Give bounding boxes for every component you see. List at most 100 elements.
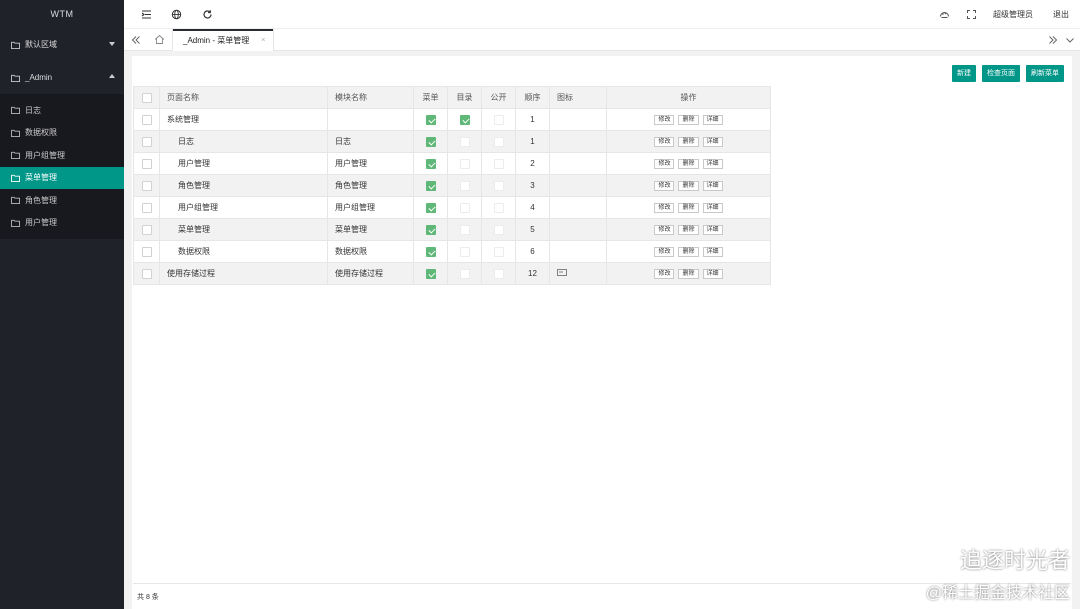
menu-checkbox[interactable] bbox=[425, 180, 436, 191]
edit-button[interactable]: 修改 bbox=[654, 247, 675, 257]
detail-button[interactable]: 详细 bbox=[702, 203, 723, 213]
edit-button[interactable]: 修改 bbox=[654, 225, 675, 235]
folder-cell bbox=[447, 130, 482, 153]
delete-button[interactable]: 删除 bbox=[678, 181, 699, 191]
row-checkbox[interactable] bbox=[141, 202, 152, 213]
sidebar-item-log[interactable]: 日志 bbox=[0, 99, 124, 122]
row-select-cell bbox=[133, 174, 160, 197]
delete-button[interactable]: 删除 bbox=[678, 269, 699, 279]
row-select-cell bbox=[133, 130, 160, 153]
sidebar-item-user-group[interactable]: 用户组管理 bbox=[0, 144, 124, 167]
row-checkbox[interactable] bbox=[141, 224, 152, 235]
sidebar-group-label: _Admin bbox=[25, 73, 53, 82]
delete-button[interactable]: 删除 bbox=[678, 203, 699, 213]
edit-button[interactable]: 修改 bbox=[654, 181, 675, 191]
row-checkbox[interactable] bbox=[141, 246, 152, 257]
globe-icon[interactable] bbox=[171, 9, 182, 20]
table-row[interactable]: 数据权限 数据权限 6 修改 删除 详细 bbox=[133, 240, 771, 263]
row-checkbox[interactable] bbox=[141, 180, 152, 191]
table-row[interactable]: 使用存储过程 使用存储过程 12 修改 删除 详细 bbox=[133, 262, 771, 285]
sidebar-item-label: 菜单管理 bbox=[25, 173, 57, 183]
edit-button[interactable]: 修改 bbox=[654, 203, 675, 213]
public-checkbox bbox=[493, 136, 504, 147]
table-row[interactable]: 角色管理 角色管理 3 修改 删除 详细 bbox=[133, 174, 771, 197]
folder-cell bbox=[447, 218, 482, 241]
row-checkbox[interactable] bbox=[141, 136, 152, 147]
chevron-down-icon[interactable] bbox=[1065, 35, 1075, 45]
row-checkbox[interactable] bbox=[141, 268, 152, 279]
double-chevron-right-icon[interactable] bbox=[1048, 35, 1058, 45]
select-all-checkbox[interactable] bbox=[141, 92, 152, 103]
delete-button[interactable]: 删除 bbox=[678, 225, 699, 235]
user-menu[interactable]: 超级管理员 bbox=[993, 9, 1037, 20]
edit-button[interactable]: 修改 bbox=[654, 269, 675, 279]
refresh-icon[interactable] bbox=[202, 9, 213, 20]
new-button[interactable]: 新建 bbox=[952, 65, 976, 82]
sidebar-group-default[interactable]: 默认区域 bbox=[0, 28, 124, 61]
menu-checkbox[interactable] bbox=[425, 202, 436, 213]
detail-button[interactable]: 详细 bbox=[702, 137, 723, 147]
sidebar-item-label: 用户组管理 bbox=[25, 150, 65, 160]
edit-button[interactable]: 修改 bbox=[654, 137, 675, 147]
home-icon[interactable] bbox=[154, 34, 165, 45]
public-cell bbox=[481, 240, 516, 263]
sidebar-item-role[interactable]: 角色管理 bbox=[0, 189, 124, 212]
detail-button[interactable]: 详细 bbox=[702, 115, 723, 125]
delete-button[interactable]: 删除 bbox=[678, 137, 699, 147]
theme-icon[interactable] bbox=[939, 9, 950, 20]
delete-button[interactable]: 删除 bbox=[678, 159, 699, 169]
sidebar-group-admin[interactable]: _Admin bbox=[0, 61, 124, 94]
col-actions: 操作 bbox=[606, 86, 771, 109]
folder-icon bbox=[11, 107, 20, 115]
menu-checkbox[interactable] bbox=[425, 268, 436, 279]
public-cell bbox=[481, 262, 516, 285]
table-row[interactable]: 系统管理 1 修改 删除 详细 bbox=[133, 108, 771, 131]
detail-button[interactable]: 详细 bbox=[702, 247, 723, 257]
delete-button[interactable]: 删除 bbox=[678, 247, 699, 257]
detail-button[interactable]: 详细 bbox=[702, 159, 723, 169]
row-checkbox[interactable] bbox=[141, 158, 152, 169]
menu-cell bbox=[413, 130, 448, 153]
public-cell bbox=[481, 218, 516, 241]
check-page-button[interactable]: 检查页面 bbox=[982, 65, 1020, 82]
menu-checkbox[interactable] bbox=[425, 224, 436, 235]
col-module-name: 模块名称 bbox=[327, 86, 414, 109]
sidebar-item-user[interactable]: 用户管理 bbox=[0, 212, 124, 235]
detail-button[interactable]: 详细 bbox=[702, 181, 723, 191]
fullscreen-icon[interactable] bbox=[966, 9, 977, 20]
detail-button[interactable]: 详细 bbox=[702, 225, 723, 235]
folder-cell bbox=[447, 108, 482, 131]
folder-checkbox[interactable] bbox=[459, 114, 470, 125]
row-checkbox[interactable] bbox=[141, 114, 152, 125]
icon-cell bbox=[549, 218, 607, 241]
tab-menu-management[interactable]: _Admin - 菜单管理 × bbox=[172, 29, 275, 51]
table-row[interactable]: 菜单管理 菜单管理 5 修改 删除 详细 bbox=[133, 218, 771, 241]
refresh-menu-button[interactable]: 刷新菜单 bbox=[1026, 65, 1064, 82]
folder-icon bbox=[11, 129, 20, 137]
menu-checkbox[interactable] bbox=[425, 136, 436, 147]
table-row[interactable]: 日志 日志 1 修改 删除 详细 bbox=[133, 130, 771, 153]
sidebar-item-menu[interactable]: 菜单管理 bbox=[0, 166, 124, 189]
module-name-cell: 菜单管理 bbox=[327, 218, 414, 241]
module-name-cell: 日志 bbox=[327, 130, 414, 153]
page-name-cell: 使用存储过程 bbox=[159, 262, 328, 285]
menu-checkbox[interactable] bbox=[425, 158, 436, 169]
logout-link[interactable]: 退出 bbox=[1053, 9, 1069, 20]
table-row[interactable]: 用户组管理 用户组管理 4 修改 删除 详细 bbox=[133, 196, 771, 219]
sidebar-group-label: 默认区域 bbox=[25, 40, 57, 49]
detail-button[interactable]: 详细 bbox=[702, 269, 723, 279]
close-icon[interactable]: × bbox=[261, 37, 265, 44]
folder-cell bbox=[447, 262, 482, 285]
table-row[interactable]: 用户管理 用户管理 2 修改 删除 详细 bbox=[133, 152, 771, 175]
edit-button[interactable]: 修改 bbox=[654, 115, 675, 125]
double-chevron-left-icon[interactable] bbox=[131, 35, 141, 45]
sidebar-item-data-permission[interactable]: 数据权限 bbox=[0, 122, 124, 145]
delete-button[interactable]: 删除 bbox=[678, 115, 699, 125]
page-name-cell: 数据权限 bbox=[159, 240, 328, 263]
menu-checkbox[interactable] bbox=[425, 114, 436, 125]
edit-button[interactable]: 修改 bbox=[654, 159, 675, 169]
menu-fold-icon[interactable] bbox=[141, 9, 152, 20]
public-cell bbox=[481, 130, 516, 153]
menu-checkbox[interactable] bbox=[425, 246, 436, 257]
sidebar-item-label: 用户管理 bbox=[25, 218, 57, 228]
